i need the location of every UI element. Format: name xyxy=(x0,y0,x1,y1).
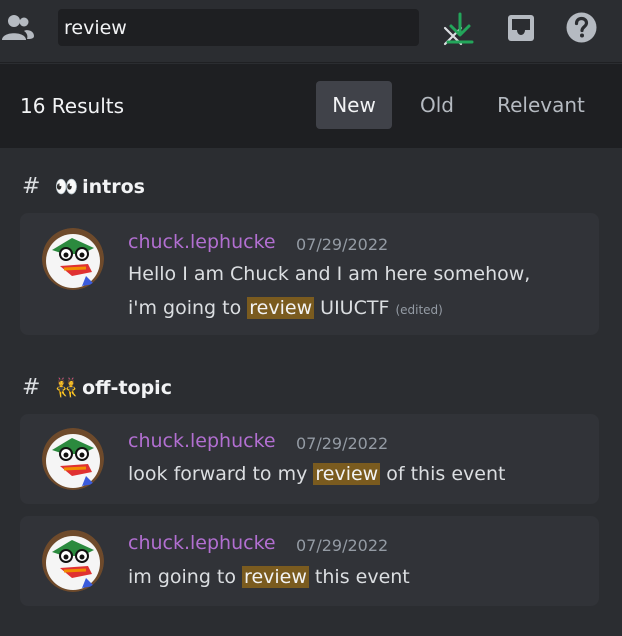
message-author[interactable]: chuck.lephucke xyxy=(128,430,276,452)
search-result-message[interactable]: chuck.lephucke 07/29/2022 Hello I am Chu… xyxy=(20,213,599,335)
help-icon[interactable] xyxy=(565,11,598,44)
avatar[interactable] xyxy=(42,428,104,490)
message-timestamp: 07/29/2022 xyxy=(296,235,389,254)
channel-header-intros[interactable]: # 👀 intros xyxy=(22,174,145,199)
message-timestamp: 07/29/2022 xyxy=(296,536,389,555)
message-content: look forward to my review of this event xyxy=(128,457,505,491)
search-toolbar xyxy=(0,0,622,63)
message-author[interactable]: chuck.lephucke xyxy=(128,532,276,554)
message-text: i'm going to xyxy=(128,297,248,319)
dancers-emoji: 👯 xyxy=(54,377,79,399)
search-box[interactable] xyxy=(58,9,463,46)
message-author[interactable]: chuck.lephucke xyxy=(128,231,276,253)
search-input[interactable] xyxy=(64,13,364,43)
results-count: 16 Results xyxy=(20,94,125,118)
download-icon[interactable] xyxy=(445,11,475,45)
search-result-message[interactable]: chuck.lephucke 07/29/2022 look forward t… xyxy=(20,414,599,504)
sort-tab-old[interactable]: Old xyxy=(409,81,465,129)
message-content: im going to review this event xyxy=(128,560,410,594)
message-content: Hello I am Chuck and I am here somehow, … xyxy=(128,257,530,327)
sort-tab-new[interactable]: New xyxy=(316,81,392,129)
search-results-list: # 👀 intros chuck.lephucke 07/29/2022 Hel… xyxy=(0,148,622,636)
message-line: i'm going to review UIUCTF (edited) xyxy=(128,291,530,327)
avatar[interactable] xyxy=(42,530,104,592)
search-result-message[interactable]: chuck.lephucke 07/29/2022 im going to re… xyxy=(20,516,599,606)
message-text: UIUCTF xyxy=(314,297,396,319)
sort-tab-relevant[interactable]: Relevant xyxy=(486,81,596,129)
search-highlight: review xyxy=(247,297,315,319)
inbox-icon[interactable] xyxy=(505,12,537,44)
message-text: this event xyxy=(308,566,410,588)
search-highlight: review xyxy=(242,566,309,588)
message-text: of this event xyxy=(380,463,506,485)
message-text: im going to xyxy=(128,566,243,588)
eyes-emoji: 👀 xyxy=(54,176,79,198)
hash-icon: # xyxy=(22,375,41,400)
message-line: Hello I am Chuck and I am here somehow, xyxy=(128,263,531,285)
members-icon[interactable] xyxy=(0,12,34,44)
channel-header-off-topic[interactable]: # 👯 off-topic xyxy=(22,375,172,400)
channel-name: intros xyxy=(82,175,145,198)
avatar[interactable] xyxy=(42,228,104,290)
edited-label: (edited) xyxy=(395,303,443,317)
hash-icon: # xyxy=(22,174,41,199)
message-text: look forward to my xyxy=(128,463,314,485)
message-timestamp: 07/29/2022 xyxy=(296,434,389,453)
search-highlight: review xyxy=(313,463,381,485)
channel-name: off-topic xyxy=(82,376,172,399)
